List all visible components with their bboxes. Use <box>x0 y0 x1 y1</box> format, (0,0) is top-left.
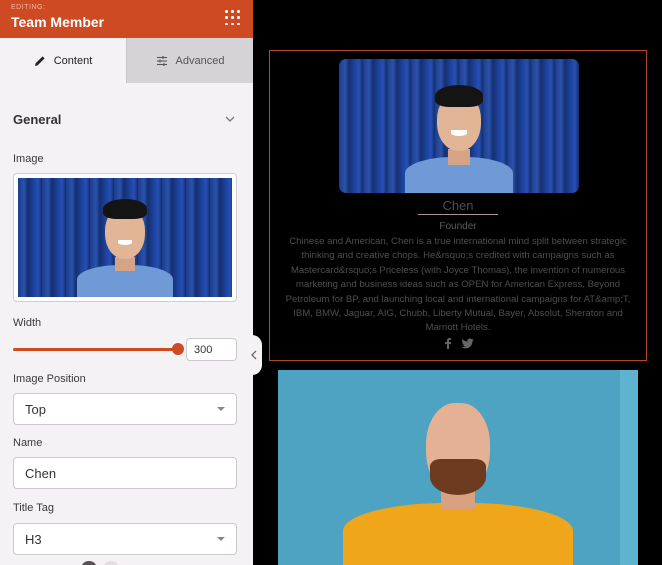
width-slider-thumb[interactable] <box>172 343 184 355</box>
team-member-photo <box>339 59 579 193</box>
tab-advanced[interactable]: Advanced <box>126 38 253 83</box>
twitter-icon[interactable] <box>462 337 474 349</box>
toggle-option[interactable] <box>104 561 118 565</box>
caret-down-icon <box>217 537 225 541</box>
settings-tabs: Content Advanced <box>0 38 253 83</box>
social-links <box>270 337 646 349</box>
name-input[interactable]: Chen <box>13 457 237 489</box>
module-title: Team Member <box>11 14 105 30</box>
member-photo-thumbnail <box>18 178 232 297</box>
title-tag-label: Title Tag <box>13 502 54 514</box>
team-member-role: Founder <box>439 221 477 232</box>
title-tag-select[interactable]: H3 <box>13 523 237 555</box>
image-position-label: Image Position <box>13 373 86 385</box>
toggle-option[interactable] <box>82 561 96 565</box>
module-settings-panel: EDITING: Team Member Content Advanced Ge… <box>0 0 253 565</box>
title-tag-value: H3 <box>25 531 42 547</box>
width-input[interactable]: 300 <box>186 338 237 361</box>
chevron-left-icon <box>251 350 257 360</box>
sliders-icon <box>156 55 167 66</box>
name-label: Name <box>13 437 43 449</box>
editing-label: EDITING: <box>11 4 46 11</box>
image-picker[interactable] <box>13 173 237 302</box>
team-member-card[interactable]: Chen Founder Chinese and American, Chen … <box>269 50 647 361</box>
caret-down-icon <box>217 407 225 411</box>
chevron-down-icon[interactable] <box>224 113 236 125</box>
collapse-panel-handle[interactable] <box>246 335 262 375</box>
image-label: Image <box>13 153 44 165</box>
image-position-select[interactable]: Top <box>13 393 237 425</box>
width-slider[interactable] <box>13 343 184 355</box>
grid-dots-icon[interactable] <box>225 10 241 26</box>
section-general-label: General <box>13 111 62 127</box>
panel-header: EDITING: Team Member <box>0 0 253 38</box>
width-label: Width <box>13 317 42 329</box>
name-divider <box>418 214 498 215</box>
tab-content[interactable]: Content <box>0 38 126 83</box>
tab-advanced-label: Advanced <box>175 54 225 67</box>
facebook-icon[interactable] <box>442 337 454 349</box>
section-general-header[interactable]: General <box>13 109 236 129</box>
image-position-value: Top <box>25 401 46 417</box>
tab-content-label: Content <box>53 54 93 67</box>
team-member-name: Chen <box>442 198 474 213</box>
page-builder: EDITING: Team Member Content Advanced Ge… <box>0 0 662 565</box>
team-member-bio: Chinese and American, Chen is a true int… <box>285 236 631 334</box>
pencil-icon <box>34 55 45 66</box>
second-team-member-photo[interactable] <box>278 370 638 565</box>
